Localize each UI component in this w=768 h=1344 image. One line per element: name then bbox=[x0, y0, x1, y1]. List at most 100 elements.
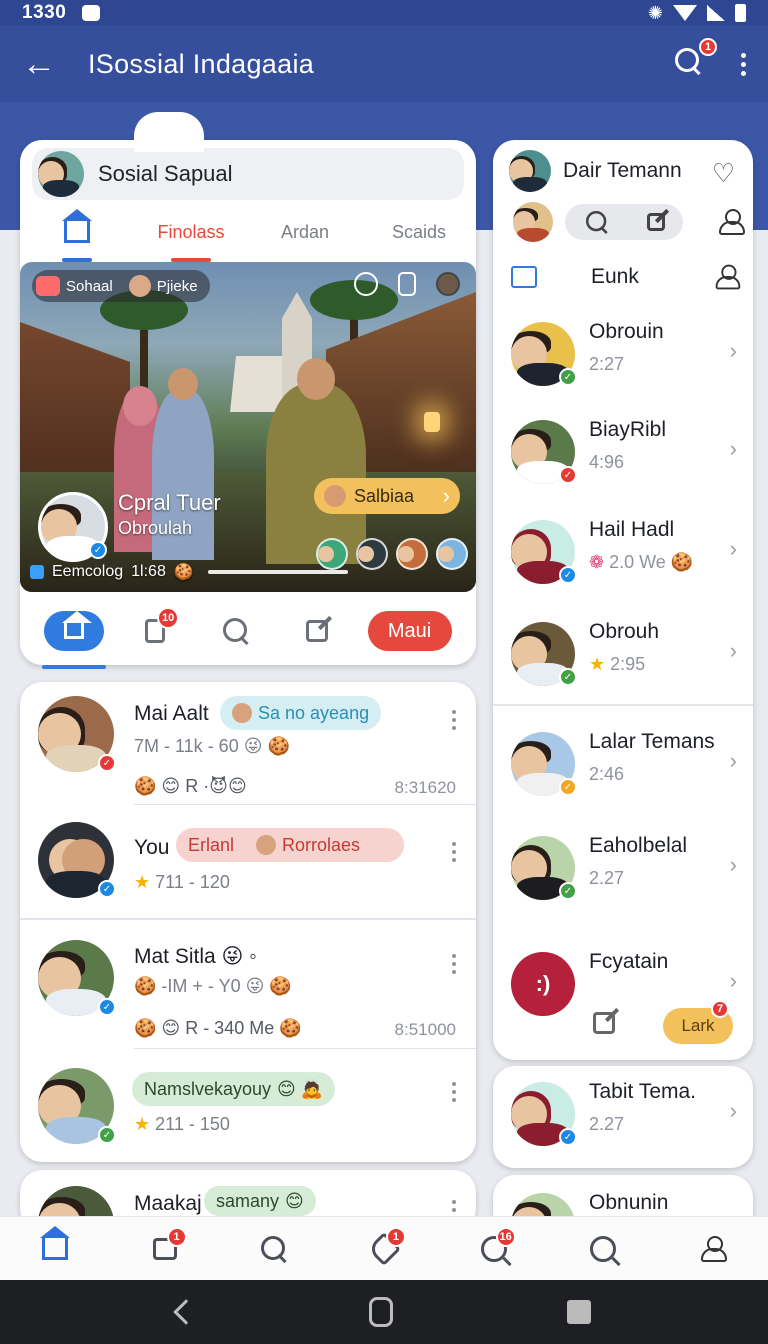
hero-chip[interactable]: Sohaal Pjieke bbox=[32, 270, 210, 302]
post-tag[interactable]: samany 😊 bbox=[204, 1186, 316, 1216]
nav-home[interactable] bbox=[31, 1225, 79, 1273]
avatar bbox=[38, 151, 84, 197]
contact-row[interactable]: ✓ BiayRibl 4:96 › bbox=[493, 406, 753, 506]
list-item[interactable]: ✓ You Erlanl Rorrolaes ★ 711 - 120 bbox=[20, 808, 476, 918]
hero-cta-button[interactable]: Salbiaa › bbox=[314, 478, 460, 514]
post-tag[interactable]: Namslvekayouy 😊 🙇 bbox=[132, 1072, 336, 1106]
list-item[interactable]: ✓ Mat Sitla 😜 ◦ 🍪 -IM + - Y0 😜 🍪 🍪 😊 R -… bbox=[20, 920, 476, 1050]
overflow-menu-icon[interactable] bbox=[741, 52, 746, 76]
reaction-text: R - 340 Me bbox=[185, 1018, 275, 1038]
notification-icon bbox=[82, 5, 101, 21]
post-reactions: 🍪 😊 R - 340 Me 🍪 bbox=[134, 1018, 302, 1038]
back-arrow-icon[interactable]: ← bbox=[22, 45, 66, 84]
more-options[interactable] bbox=[452, 1082, 456, 1102]
post-meta: 7M - 11k - 60 😜 🍪 bbox=[134, 736, 290, 756]
contact-name: Tabit Tema. bbox=[589, 1080, 696, 1103]
nav-cart[interactable]: 1 bbox=[141, 1225, 189, 1273]
panel-footer-actions: Lark 7 bbox=[593, 1000, 743, 1044]
contact-name: Fcyatain bbox=[589, 950, 669, 973]
search-button[interactable] bbox=[206, 611, 266, 651]
post-meta: ★ 711 - 120 bbox=[134, 872, 230, 893]
lark-button[interactable]: Lark 7 bbox=[663, 1000, 733, 1044]
tab-home[interactable] bbox=[20, 202, 134, 262]
avatar[interactable] bbox=[513, 202, 553, 242]
status-time: 1330 bbox=[22, 2, 67, 23]
online-icon: ✓ bbox=[559, 882, 577, 900]
timer-icon[interactable] bbox=[354, 272, 378, 296]
contact-time: 2:46 bbox=[589, 764, 625, 784]
hero-media[interactable]: Sohaal Pjieke ✓ Cpral Tuer Obroulah Salb… bbox=[20, 262, 476, 592]
profile-icon[interactable] bbox=[715, 264, 741, 290]
nav-profile[interactable] bbox=[689, 1225, 737, 1273]
contact-time-text: 2.0 We bbox=[609, 552, 666, 572]
edit-icon bbox=[305, 620, 328, 642]
contact-row[interactable]: ✓ Lalar Temans 2:46 › bbox=[493, 718, 753, 818]
profile-icon[interactable] bbox=[719, 209, 745, 235]
post-author: You bbox=[134, 836, 170, 859]
search-button[interactable]: 1 bbox=[675, 38, 717, 80]
tab-ardan[interactable]: Ardan bbox=[248, 202, 362, 262]
contact-name: Hail Hadl bbox=[589, 518, 675, 541]
edit-icon[interactable] bbox=[593, 1012, 615, 1034]
post-tag[interactable]: Erlanl Rorrolaes bbox=[176, 828, 404, 862]
heart-icon[interactable]: ♡ bbox=[712, 158, 735, 189]
avatar: ✓ bbox=[511, 322, 577, 386]
nav-badge: 1 bbox=[385, 1226, 406, 1247]
feature-header[interactable]: Sosial Sapual bbox=[32, 148, 464, 200]
contact-row[interactable]: ✓ Hail Hadl ❁ 2.0 We 🍪 › bbox=[493, 506, 753, 606]
tab-label: Finolass bbox=[157, 221, 225, 242]
hero-profile-avatar[interactable]: ✓ bbox=[38, 492, 108, 562]
bottom-navigation: 1 1 16 bbox=[0, 1216, 768, 1280]
system-back-icon[interactable] bbox=[173, 1299, 199, 1325]
app-title: ISossial Indagaaia bbox=[88, 48, 315, 79]
contact-row[interactable]: ✓ Tabit Tema. 2.27 › bbox=[493, 1068, 753, 1168]
notifications-button[interactable]: 10 bbox=[125, 607, 185, 651]
more-options[interactable] bbox=[452, 954, 456, 974]
progress-track[interactable] bbox=[207, 570, 348, 574]
notification-badge: 10 bbox=[157, 607, 180, 629]
contact-row[interactable]: ✓ Obrouh ★ 2:95 › bbox=[493, 608, 753, 708]
friends-search-bar[interactable] bbox=[565, 204, 683, 240]
compose-button[interactable] bbox=[287, 611, 347, 651]
nav-tags[interactable]: 1 bbox=[360, 1225, 408, 1273]
contact-row[interactable]: ✓ Obrouin 2:27 › bbox=[493, 308, 753, 408]
nav-explore[interactable]: 16 bbox=[470, 1225, 518, 1273]
avatar: ✓ bbox=[38, 696, 116, 772]
avatar: ✓ bbox=[511, 1082, 577, 1146]
list-item[interactable]: ✓ Namslvekayouy 😊 🙇 ★ 211 - 150 bbox=[20, 1050, 476, 1160]
avatar bbox=[324, 485, 346, 507]
avatar[interactable] bbox=[436, 272, 460, 296]
tag-label: Namslvekayouy bbox=[144, 1078, 272, 1099]
system-home-icon[interactable] bbox=[369, 1297, 393, 1327]
hero-scenery bbox=[424, 412, 440, 432]
post-tag[interactable]: Sa no ayeang bbox=[220, 696, 382, 730]
contact-name: Obrouin bbox=[589, 320, 664, 343]
chevron-right-icon: › bbox=[729, 852, 737, 877]
feature-card: Sosial Sapual Finolass Ardan Scaids Soha… bbox=[20, 112, 476, 669]
post-author: Mai Aalt bbox=[134, 702, 209, 725]
main-action-button[interactable]: Maui bbox=[367, 611, 452, 651]
post-author: Mat Sitla 😜 ◦ bbox=[134, 945, 257, 968]
system-recents-icon[interactable] bbox=[567, 1300, 591, 1324]
avatar: ✓ bbox=[511, 420, 577, 484]
divider bbox=[134, 1048, 476, 1049]
post-meta-text: 711 - 120 bbox=[155, 872, 230, 892]
card-icon[interactable] bbox=[398, 272, 416, 296]
avatar: ✓ bbox=[511, 836, 577, 900]
more-options[interactable] bbox=[452, 842, 456, 862]
post-meta-text: -IM + - Y0 bbox=[161, 976, 241, 996]
contact-row[interactable]: ✓ Eaholbelal 2.27 › bbox=[493, 822, 753, 922]
hero-footer-label: Eemcolog bbox=[52, 563, 124, 580]
post-time: 8:51000 bbox=[394, 1020, 456, 1039]
contact-time: ❁ 2.0 We 🍪 bbox=[589, 552, 694, 572]
home-action-button[interactable] bbox=[42, 611, 107, 669]
nav-search[interactable] bbox=[250, 1225, 298, 1273]
list-item[interactable]: ✓ Mai Aalt Sa no ayeang 7M - 11k - 60 😜 … bbox=[20, 682, 476, 812]
mail-icon[interactable] bbox=[511, 266, 537, 288]
tab-scaids[interactable]: Scaids bbox=[362, 202, 476, 262]
nav-discover[interactable] bbox=[579, 1225, 627, 1273]
more-options[interactable] bbox=[452, 710, 456, 730]
contact-name: Obnunin bbox=[589, 1191, 669, 1214]
tab-finolass[interactable]: Finolass bbox=[134, 202, 248, 262]
friends-subheader-title: Eunk bbox=[591, 265, 639, 288]
